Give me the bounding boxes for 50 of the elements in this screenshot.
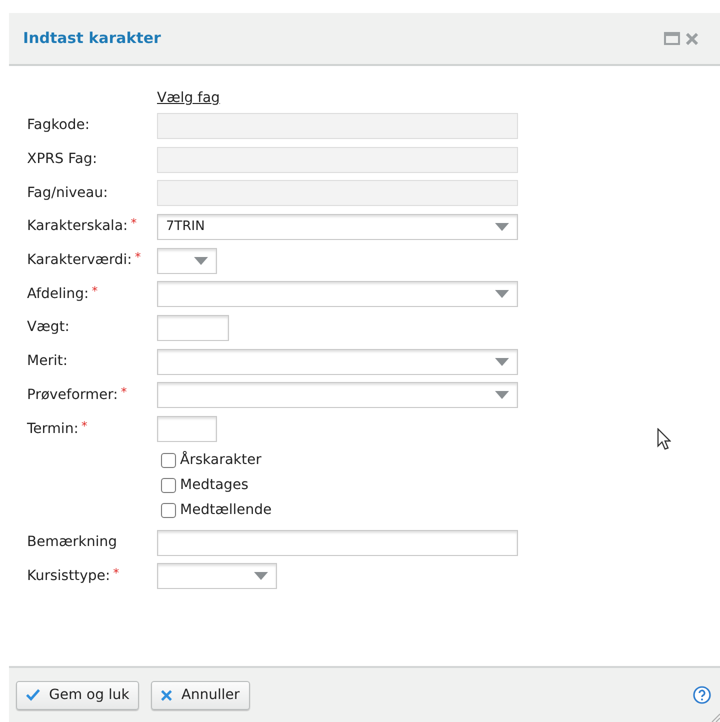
cross-icon xyxy=(161,690,172,700)
maximize-icon[interactable] xyxy=(664,32,680,45)
field-label: Merit: xyxy=(27,352,68,372)
caret-icon xyxy=(495,290,509,298)
field-label: Karakterværdi: xyxy=(27,251,132,270)
caret-icon xyxy=(495,391,509,400)
required-mark: * xyxy=(92,282,98,300)
required-mark: * xyxy=(134,249,141,266)
window-title: Indtast karakter xyxy=(23,28,161,50)
field-label: Prøveformer: xyxy=(27,386,118,405)
field-label: Fag/niveau: xyxy=(27,184,108,203)
dropdown[interactable] xyxy=(157,248,217,274)
caret-icon xyxy=(495,358,509,366)
field-label: Karakterskala: xyxy=(27,217,128,236)
dropdown[interactable] xyxy=(157,563,277,590)
caret-icon xyxy=(254,572,268,580)
field-label: XPRS Fag: xyxy=(27,150,98,170)
caret-icon xyxy=(194,256,208,265)
field-label: Termin: xyxy=(27,420,78,439)
choose-subject-link[interactable]: Vælg fag xyxy=(157,90,220,106)
checkbox[interactable] xyxy=(161,502,176,518)
input-field[interactable] xyxy=(157,314,229,341)
checkbox-label: Årskarakter xyxy=(180,450,262,470)
required-mark: * xyxy=(113,564,120,582)
checkmark-icon xyxy=(26,689,40,701)
checkbox-label: Medtages xyxy=(180,476,248,495)
dropdown[interactable] xyxy=(157,348,518,375)
cancel-button[interactable]: Annuller xyxy=(151,680,250,710)
close-icon[interactable] xyxy=(686,32,698,44)
dropdown[interactable] xyxy=(157,382,518,408)
checkbox[interactable] xyxy=(161,478,176,493)
help-icon[interactable] xyxy=(693,686,711,704)
field-label: Afdeling: xyxy=(27,284,89,304)
resize-grip-icon[interactable] xyxy=(710,712,720,722)
required-mark: * xyxy=(81,418,88,435)
required-mark: * xyxy=(120,384,127,401)
required-mark: * xyxy=(130,215,137,232)
save-button[interactable]: Gem og luk xyxy=(16,680,140,710)
field-label: Fagkode: xyxy=(27,116,90,136)
mouse-pointer-icon xyxy=(657,428,671,450)
input-field[interactable] xyxy=(157,416,217,442)
caret-icon xyxy=(495,222,509,231)
dropdown[interactable]: 7TRIN xyxy=(157,214,518,240)
field-label: Bemærkning xyxy=(27,533,117,552)
field-label: Vægt: xyxy=(27,318,70,338)
checkbox[interactable] xyxy=(161,452,176,468)
input-field[interactable] xyxy=(157,530,518,556)
checkbox-label: Medtællende xyxy=(180,500,272,520)
field-label: Kursisttype: xyxy=(27,566,110,586)
dropdown[interactable] xyxy=(157,281,518,308)
